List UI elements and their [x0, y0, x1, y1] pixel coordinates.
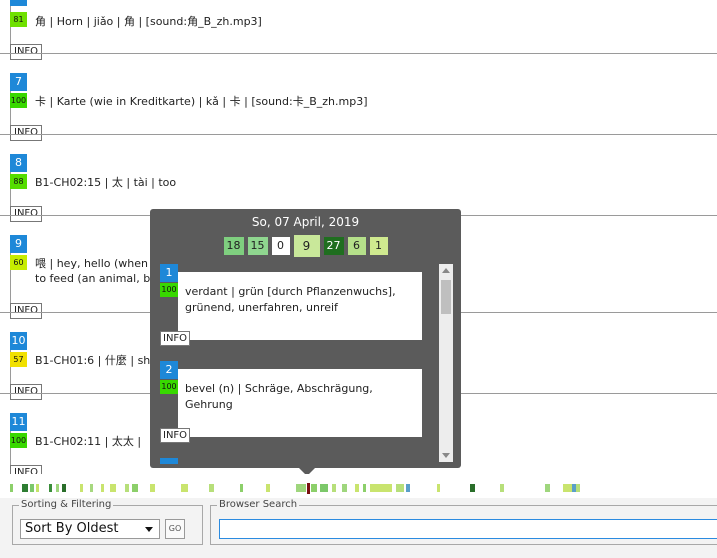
info-button[interactable]: INFO — [10, 206, 43, 222]
timeline-day[interactable] — [36, 484, 39, 492]
card-divider — [0, 53, 717, 54]
timeline-day[interactable] — [181, 484, 188, 492]
timeline-day[interactable] — [363, 484, 366, 492]
card-number: 1 — [160, 264, 178, 282]
info-button[interactable]: INFO — [10, 384, 43, 400]
timeline-day[interactable] — [342, 484, 347, 492]
timeline-day[interactable] — [22, 484, 28, 492]
score-badge: 60 — [10, 255, 27, 270]
card-number: 6 — [10, 0, 27, 6]
search-input[interactable] — [219, 519, 717, 539]
card-content: bevel (n) | Schräge, Abschrägung, Gehrun… — [185, 382, 373, 411]
timeline-day[interactable] — [132, 484, 138, 492]
timeline-day[interactable] — [370, 484, 392, 492]
sorting-filtering-label: Sorting & Filtering — [19, 499, 114, 511]
browser-search-label: Browser Search — [217, 499, 300, 511]
timeline-day[interactable] — [437, 484, 440, 492]
count-badge[interactable]: 6 — [347, 237, 366, 255]
go-button[interactable]: GO — [165, 519, 185, 539]
timeline-day[interactable] — [563, 484, 572, 492]
timeline-day[interactable] — [62, 484, 66, 492]
review-counts: 18 15 0 9 27 6 1 — [150, 235, 461, 257]
app-window: 6 81 角 | Horn | jiǎo | 角 | [sound:角_B_zh… — [0, 0, 717, 558]
list-item[interactable]: 1 100 verdant | grün [durch Pflanzenwuch… — [160, 264, 432, 346]
sort-select[interactable]: Sort By Oldest — [20, 519, 160, 539]
info-button[interactable]: INFO — [10, 44, 43, 60]
popup-date: So, 07 April, 2019 — [251, 215, 360, 229]
timeline-day[interactable] — [396, 484, 404, 492]
timeline-day[interactable] — [30, 484, 34, 492]
scroll-up-icon[interactable] — [442, 268, 450, 273]
bottom-toolbar: Sorting & Filtering Sort By Oldest GO Br… — [0, 498, 717, 558]
info-button[interactable]: INFO — [10, 125, 43, 141]
review-timeline[interactable] — [0, 474, 717, 498]
score-badge: 57 — [10, 352, 27, 367]
timeline-day[interactable] — [56, 484, 59, 492]
scroll-down-icon[interactable] — [442, 453, 450, 458]
chevron-down-icon — [145, 527, 153, 532]
list-item[interactable] — [160, 458, 432, 464]
timeline-day[interactable] — [209, 484, 214, 492]
timeline-current-day-marker — [307, 483, 310, 494]
timeline-day[interactable] — [296, 484, 306, 492]
info-button[interactable]: INFO — [10, 303, 43, 319]
timeline-day[interactable] — [332, 484, 336, 492]
card-number: 7 — [10, 73, 27, 91]
timeline-day[interactable] — [150, 484, 155, 492]
timeline-day[interactable] — [101, 484, 104, 492]
timeline-day[interactable] — [49, 484, 52, 492]
card-number: 11 — [10, 413, 27, 431]
list-item[interactable]: 6 81 角 | Horn | jiǎo | 角 | [sound:角_B_zh… — [0, 0, 717, 81]
list-item[interactable]: 2 100 bevel (n) | Schräge, Abschrägung, … — [160, 361, 432, 443]
timeline-day[interactable] — [470, 484, 475, 492]
timeline-day[interactable] — [266, 484, 270, 492]
info-button[interactable]: INFO — [160, 428, 191, 443]
sorting-filtering-group: Sorting & Filtering Sort By Oldest GO — [12, 499, 203, 545]
card-divider — [0, 134, 717, 135]
score-badge: 88 — [10, 174, 27, 189]
timeline-day[interactable] — [110, 484, 116, 492]
count-badge[interactable]: 27 — [323, 237, 344, 255]
count-badge[interactable]: 18 — [223, 237, 244, 255]
card-number: 8 — [10, 154, 27, 172]
count-badge[interactable]: 0 — [271, 237, 290, 255]
score-badge: 81 — [10, 12, 27, 27]
timeline-day[interactable] — [125, 484, 129, 492]
scroll-thumb[interactable] — [441, 280, 451, 314]
card-content: 卡 | Karte (wie in Kreditkarte) | kǎ | 卡 … — [35, 95, 368, 108]
card-number: 10 — [10, 332, 27, 350]
list-item[interactable]: 7 100 卡 | Karte (wie in Kreditkarte) | k… — [0, 73, 717, 154]
card-content: verdant | grün [durch Pflanzenwuchs], gr… — [185, 285, 396, 314]
score-badge: 100 — [10, 93, 27, 108]
timeline-day[interactable] — [576, 484, 580, 492]
card-number: 9 — [10, 235, 27, 253]
card-content: 角 | Horn | jiǎo | 角 | [sound:角_B_zh.mp3] — [35, 15, 262, 28]
timeline-day[interactable] — [355, 484, 359, 492]
card-content: B1-CH02:15 | 太 | tài | too — [35, 176, 177, 189]
timeline-day[interactable] — [240, 484, 243, 492]
browser-search-group: Browser Search — [210, 499, 717, 545]
timeline-day[interactable] — [406, 484, 410, 492]
score-badge: 100 — [160, 380, 178, 394]
card-number: 2 — [160, 361, 178, 379]
popup-scrollbar[interactable] — [439, 264, 453, 462]
info-button[interactable]: INFO — [160, 331, 191, 346]
card-number — [160, 458, 178, 464]
timeline-day[interactable] — [311, 484, 317, 492]
timeline-day[interactable] — [90, 484, 93, 492]
count-badge[interactable]: 1 — [369, 237, 388, 255]
popup-card-list: 1 100 verdant | grün [durch Pflanzenwuch… — [160, 264, 448, 464]
count-badge[interactable]: 9 — [293, 235, 320, 257]
day-popup: So, 07 April, 2019 18 15 0 9 27 6 1 1 10… — [150, 209, 461, 468]
timeline-day[interactable] — [500, 484, 504, 492]
timeline-day[interactable] — [80, 484, 83, 492]
timeline-day[interactable] — [545, 484, 550, 492]
count-badge[interactable]: 15 — [247, 237, 268, 255]
timeline-day[interactable] — [320, 484, 328, 492]
score-badge: 100 — [10, 433, 27, 448]
score-badge: 100 — [160, 283, 178, 297]
info-button[interactable]: INFO — [10, 465, 43, 474]
sort-select-value: Sort By Oldest — [25, 521, 119, 536]
timeline-day[interactable] — [10, 484, 13, 492]
